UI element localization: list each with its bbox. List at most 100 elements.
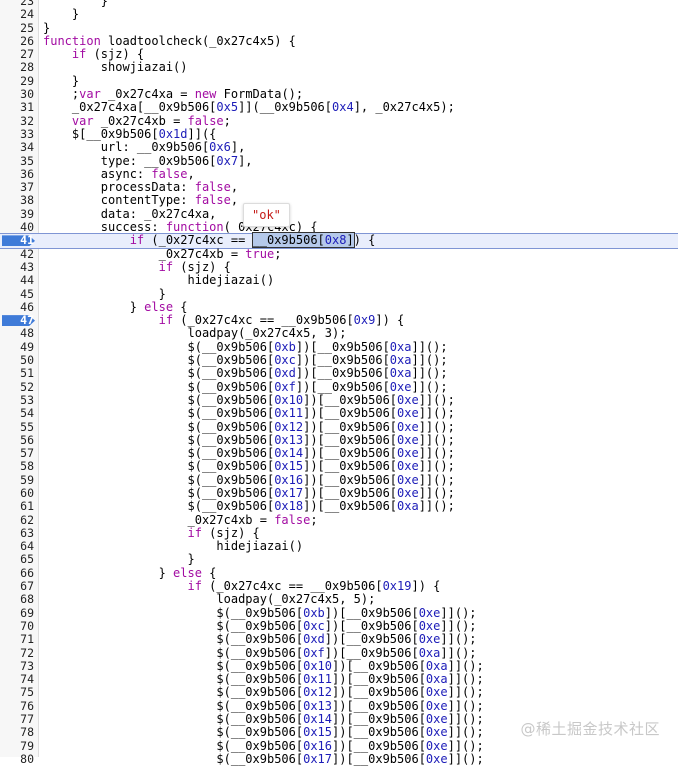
line-number[interactable]: 50	[0, 353, 34, 367]
code-line[interactable]: 65 }	[0, 553, 678, 567]
line-number[interactable]: 58	[0, 460, 34, 474]
code-line[interactable]: 36 async: false,	[0, 167, 678, 181]
code-line[interactable]: 48 loadpay(_0x27c4x5, 3);	[0, 327, 678, 341]
code-line[interactable]: 26 function loadtoolcheck(_0x27c4x5) {	[0, 34, 678, 48]
line-number[interactable]: 55	[0, 420, 34, 434]
line-number[interactable]: 66	[0, 566, 34, 580]
line-number[interactable]: 29	[0, 74, 34, 88]
line-number[interactable]: 76	[0, 699, 34, 713]
code-line[interactable]: 76 $(__0x9b506[0x13])[__0x9b506[0xe]]();	[0, 699, 678, 713]
line-number[interactable]: 42	[0, 247, 34, 261]
line-number[interactable]: 71	[0, 632, 34, 646]
code-line[interactable]: 59 $(__0x9b506[0x16])[__0x9b506[0xe]]();	[0, 473, 678, 487]
code-editor[interactable]: 23 } 24 } 25} 26 function loadtoolcheck(_0x2…	[0, 0, 678, 766]
line-number[interactable]: 53	[0, 393, 34, 407]
line-number[interactable]: 64	[0, 539, 34, 553]
code-line[interactable]: 45 }	[0, 287, 678, 301]
line-number[interactable]: 34	[0, 140, 34, 154]
code-line[interactable]: 49 $(__0x9b506[0xb])[__0x9b506[0xa]]();	[0, 340, 678, 354]
code-line[interactable]: 29 }	[0, 74, 678, 88]
code-line[interactable]: 69 $(__0x9b506[0xb])[__0x9b506[0xe]]();	[0, 606, 678, 620]
line-number[interactable]: 70	[0, 619, 34, 633]
code-line[interactable]: 71 $(__0x9b506[0xd])[__0x9b506[0xe]]();	[0, 632, 678, 646]
line-number[interactable]: 63	[0, 526, 34, 540]
line-number[interactable]: 65	[0, 553, 34, 567]
code-line[interactable]: 68 loadpay(_0x27c4x5, 5);	[0, 593, 678, 607]
code-line[interactable]: 66 } else {	[0, 566, 678, 580]
line-number[interactable]: 80	[0, 752, 34, 766]
line-number[interactable]: 78	[0, 726, 34, 740]
line-number[interactable]: 27	[0, 47, 34, 61]
code-line[interactable]: 62 _0x27c4xb = false;	[0, 513, 678, 527]
code-line[interactable]: 27 if (sjz) {	[0, 47, 678, 61]
code-line[interactable]: 75 $(__0x9b506[0x12])[__0x9b506[0xe]]();	[0, 686, 678, 700]
code-line[interactable]: 24 }	[0, 7, 678, 21]
line-number[interactable]: 61	[0, 499, 34, 513]
line-number[interactable]: 47	[0, 313, 34, 327]
line-number[interactable]: 52	[0, 380, 34, 394]
code-line[interactable]: 41 if (_0x27c4xc == __0x9b506[0x8]) {	[0, 232, 678, 249]
code-line[interactable]: 63 if (sjz) {	[0, 526, 678, 540]
line-number[interactable]: 36	[0, 167, 34, 181]
code-line[interactable]: 52 $(__0x9b506[0xf])[__0x9b506[0xe]]();	[0, 380, 678, 394]
code-line[interactable]: 39 data: _0x27c4xa,	[0, 207, 678, 221]
line-number[interactable]: 32	[0, 114, 34, 128]
code-line[interactable]: 57 $(__0x9b506[0x14])[__0x9b506[0xe]]();	[0, 446, 678, 460]
line-number[interactable]: 33	[0, 127, 34, 141]
code-line[interactable]: 60 $(__0x9b506[0x17])[__0x9b506[0xe]]();	[0, 486, 678, 500]
line-number[interactable]: 40	[0, 220, 34, 234]
code-line[interactable]: 28 showjiazai()	[0, 61, 678, 75]
line-number[interactable]: 49	[0, 340, 34, 354]
line-number[interactable]: 39	[0, 207, 34, 221]
line-number[interactable]: 35	[0, 154, 34, 168]
code-line[interactable]: 32 var _0x27c4xb = false;	[0, 114, 678, 128]
line-number[interactable]: 51	[0, 367, 34, 381]
code-line[interactable]: 61 $(__0x9b506[0x18])[__0x9b506[0xa]]();	[0, 499, 678, 513]
code-line[interactable]: 37 processData: false,	[0, 180, 678, 194]
code-line[interactable]: 38 contentType: false,	[0, 194, 678, 208]
line-number[interactable]: 57	[0, 446, 34, 460]
code-line[interactable]: 42 _0x27c4xb = true;	[0, 247, 678, 261]
code-line[interactable]: 46 } else {	[0, 300, 678, 314]
code-line[interactable]: 47 if (_0x27c4xc == __0x9b506[0x9]) {	[0, 313, 678, 327]
line-number[interactable]: 45	[0, 287, 34, 301]
code-line[interactable]: 72 $(__0x9b506[0xf])[__0x9b506[0xa]]();	[0, 646, 678, 660]
code-line[interactable]: 30 ;var _0x27c4xa = new FormData();	[0, 87, 678, 101]
code-line[interactable]: 79 $(__0x9b506[0x16])[__0x9b506[0xe]]();	[0, 739, 678, 753]
code-line[interactable]: 51 $(__0x9b506[0xd])[__0x9b506[0xa]]();	[0, 367, 678, 381]
line-number[interactable]: 31	[0, 101, 34, 115]
line-number[interactable]: 24	[0, 7, 34, 21]
code-line[interactable]: 35 type: __0x9b506[0x7],	[0, 154, 678, 168]
code-line[interactable]: 56 $(__0x9b506[0x13])[__0x9b506[0xe]]();	[0, 433, 678, 447]
code-line[interactable]: 34 url: __0x9b506[0x6],	[0, 140, 678, 154]
line-number[interactable]: 62	[0, 513, 34, 527]
code-line[interactable]: 54 $(__0x9b506[0x11])[__0x9b506[0xe]]();	[0, 406, 678, 420]
code-line[interactable]: 44 hidejiazai()	[0, 273, 678, 287]
line-number[interactable]: 67	[0, 579, 34, 593]
line-number[interactable]: 25	[0, 21, 34, 35]
line-number[interactable]: 26	[0, 34, 34, 48]
code-line[interactable]: 58 $(__0x9b506[0x15])[__0x9b506[0xe]]();	[0, 460, 678, 474]
code-line[interactable]: 67 if (_0x27c4xc == __0x9b506[0x19]) {	[0, 579, 678, 593]
code-line[interactable]: 50 $(__0x9b506[0xc])[__0x9b506[0xa]]();	[0, 353, 678, 367]
line-number[interactable]: 28	[0, 61, 34, 75]
code-line[interactable]: 74 $(__0x9b506[0x11])[__0x9b506[0xa]]();	[0, 672, 678, 686]
line-number[interactable]: 68	[0, 593, 34, 607]
line-number[interactable]: 77	[0, 712, 34, 726]
line-number[interactable]: 41	[0, 234, 34, 248]
code-line[interactable]: 43 if (sjz) {	[0, 260, 678, 274]
line-number[interactable]: 38	[0, 194, 34, 208]
code-line[interactable]: 70 $(__0x9b506[0xc])[__0x9b506[0xe]]();	[0, 619, 678, 633]
code-line[interactable]: 23 }	[0, 0, 678, 8]
code-line[interactable]: 25}	[0, 21, 678, 35]
code-line[interactable]: 80 $(__0x9b506[0x17])[__0x9b506[0xe]]();	[0, 752, 678, 766]
line-number[interactable]: 59	[0, 473, 34, 487]
code-line[interactable]: 55 $(__0x9b506[0x12])[__0x9b506[0xe]]();	[0, 420, 678, 434]
line-number[interactable]: 43	[0, 260, 34, 274]
line-number[interactable]: 72	[0, 646, 34, 660]
line-number[interactable]: 69	[0, 606, 34, 620]
line-number[interactable]: 75	[0, 686, 34, 700]
code-line[interactable]: 33 $[__0x9b506[0x1d]]({	[0, 127, 678, 141]
code-line[interactable]: 31 _0x27c4xa[__0x9b506[0x5]](__0x9b506[0…	[0, 101, 678, 115]
line-number[interactable]: 44	[0, 273, 34, 287]
